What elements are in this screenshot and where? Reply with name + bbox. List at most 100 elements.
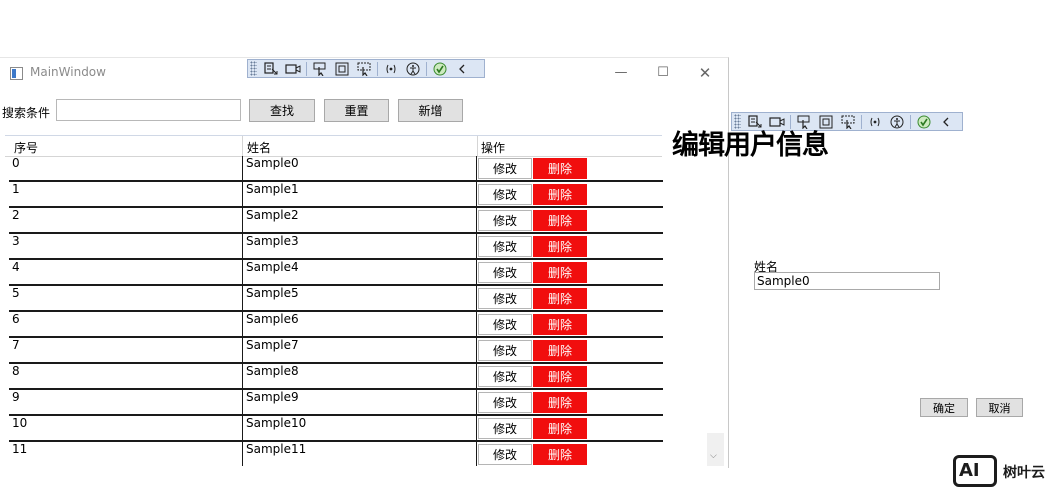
collapse-icon[interactable] xyxy=(938,114,954,129)
delete-button[interactable]: 删除 xyxy=(533,418,587,439)
delete-button[interactable]: 删除 xyxy=(533,392,587,413)
record-icon[interactable] xyxy=(285,61,301,76)
delete-button[interactable]: 删除 xyxy=(533,340,587,361)
edit-button[interactable]: 修改 xyxy=(478,444,532,465)
display-adorners-icon[interactable] xyxy=(334,61,350,76)
cell-index: 8 xyxy=(12,364,20,378)
table-row[interactable]: 7 Sample7 修改 删除 xyxy=(9,338,710,364)
delete-button[interactable]: 删除 xyxy=(533,236,587,257)
accessibility-icon[interactable] xyxy=(405,61,421,76)
edit-button[interactable]: 修改 xyxy=(478,184,532,205)
pointer-icon[interactable] xyxy=(312,61,328,76)
main-window: MainWindow — ☐ ✕ 搜索条件 查找 重置 新增 序号 姓名 操作 … xyxy=(0,57,729,468)
table-row[interactable]: 9 Sample9 修改 删除 xyxy=(9,390,710,416)
cell-index: 7 xyxy=(12,338,20,352)
search-label: 搜索条件 xyxy=(2,106,51,120)
delete-button[interactable]: 删除 xyxy=(533,288,587,309)
cell-index: 11 xyxy=(12,442,28,456)
table-row[interactable]: 11 Sample11 修改 删除 xyxy=(9,442,710,466)
cell-name: Sample9 xyxy=(246,390,299,404)
column-divider xyxy=(476,338,477,364)
cancel-button[interactable]: 取消 xyxy=(976,398,1023,417)
watermark-logo: AI xyxy=(953,455,997,487)
table-row[interactable]: 8 Sample8 修改 删除 xyxy=(9,364,710,390)
edit-button[interactable]: 修改 xyxy=(478,262,532,283)
header-divider[interactable] xyxy=(477,136,478,156)
window-title: MainWindow xyxy=(30,65,106,79)
delete-button[interactable]: 删除 xyxy=(533,210,587,231)
edit-button[interactable]: 修改 xyxy=(478,418,532,439)
confirm-button[interactable]: 确定 xyxy=(920,398,968,417)
column-divider xyxy=(476,312,477,338)
app-icon xyxy=(10,67,23,80)
delete-button[interactable]: 删除 xyxy=(533,314,587,335)
header-divider[interactable] xyxy=(242,136,243,156)
table-row[interactable]: 10 Sample10 修改 删除 xyxy=(9,416,710,442)
cell-name: Sample8 xyxy=(246,364,299,378)
delete-button[interactable]: 删除 xyxy=(533,366,587,387)
name-field[interactable] xyxy=(754,272,940,290)
binding-failures-icon[interactable] xyxy=(867,114,883,129)
check-icon[interactable] xyxy=(432,61,448,76)
table-row[interactable]: 4 Sample4 修改 删除 xyxy=(9,260,710,286)
grid-rows: 0 Sample0 修改 删除 1 Sample1 修改 删除 2 Sample2 修改 删除 3 Sam… xyxy=(9,156,710,466)
accessibility-icon[interactable] xyxy=(889,114,905,129)
reset-button[interactable]: 重置 xyxy=(324,99,389,122)
table-row[interactable]: 1 Sample1 修改 删除 xyxy=(9,182,710,208)
track-focus-icon[interactable] xyxy=(356,61,372,76)
search-input[interactable] xyxy=(56,99,241,121)
cell-name: Sample6 xyxy=(246,312,299,326)
table-row[interactable]: 6 Sample6 修改 删除 xyxy=(9,312,710,338)
minimize-button[interactable]: — xyxy=(606,61,636,85)
header-actions[interactable]: 操作 xyxy=(481,139,505,156)
cell-index: 3 xyxy=(12,234,20,248)
edit-button[interactable]: 修改 xyxy=(478,314,532,335)
column-divider xyxy=(242,390,243,416)
table-row[interactable]: 5 Sample5 修改 删除 xyxy=(9,286,710,312)
edit-button[interactable]: 修改 xyxy=(478,210,532,231)
edit-button[interactable]: 修改 xyxy=(478,236,532,257)
delete-button[interactable]: 删除 xyxy=(533,184,587,205)
toolbar-grip-icon[interactable] xyxy=(250,61,257,76)
close-button[interactable]: ✕ xyxy=(690,61,720,85)
edit-button[interactable]: 修改 xyxy=(478,366,532,387)
cell-index: 4 xyxy=(12,260,20,274)
collapse-icon[interactable] xyxy=(454,61,470,76)
column-divider xyxy=(242,312,243,338)
vertical-scrollbar[interactable]: ⌵ xyxy=(707,433,724,466)
delete-button[interactable]: 删除 xyxy=(533,444,587,465)
cell-index: 10 xyxy=(12,416,28,430)
find-button[interactable]: 查找 xyxy=(249,99,315,122)
table-row[interactable]: 2 Sample2 修改 删除 xyxy=(9,208,710,234)
cell-name: Sample4 xyxy=(246,260,299,274)
column-divider xyxy=(476,156,477,182)
column-divider xyxy=(476,390,477,416)
column-divider xyxy=(476,364,477,390)
edit-button[interactable]: 修改 xyxy=(478,288,532,309)
delete-button[interactable]: 删除 xyxy=(533,158,587,179)
column-divider xyxy=(242,156,243,182)
track-focus-icon[interactable] xyxy=(840,114,856,129)
table-row[interactable]: 0 Sample0 修改 删除 xyxy=(9,156,710,182)
edit-button[interactable]: 修改 xyxy=(478,340,532,361)
column-divider xyxy=(476,208,477,234)
grid-header: 序号 姓名 操作 xyxy=(5,135,662,157)
scroll-down-icon[interactable]: ⌵ xyxy=(710,451,717,461)
maximize-button[interactable]: ☐ xyxy=(648,61,678,85)
dialog-title: 编辑用户信息 xyxy=(672,130,829,161)
edit-button[interactable]: 修改 xyxy=(478,158,532,179)
edit-button[interactable]: 修改 xyxy=(478,392,532,413)
select-element-icon[interactable] xyxy=(263,61,279,76)
delete-button[interactable]: 删除 xyxy=(533,262,587,283)
column-divider xyxy=(476,286,477,312)
header-name[interactable]: 姓名 xyxy=(247,139,271,156)
check-icon[interactable] xyxy=(916,114,932,129)
cell-name: Sample5 xyxy=(246,286,299,300)
binding-failures-icon[interactable] xyxy=(383,61,399,76)
column-divider xyxy=(476,442,477,466)
cell-name: Sample11 xyxy=(246,442,307,456)
table-row[interactable]: 3 Sample3 修改 删除 xyxy=(9,234,710,260)
add-button[interactable]: 新增 xyxy=(398,99,463,122)
header-index[interactable]: 序号 xyxy=(14,139,38,156)
cell-index: 2 xyxy=(12,208,20,222)
